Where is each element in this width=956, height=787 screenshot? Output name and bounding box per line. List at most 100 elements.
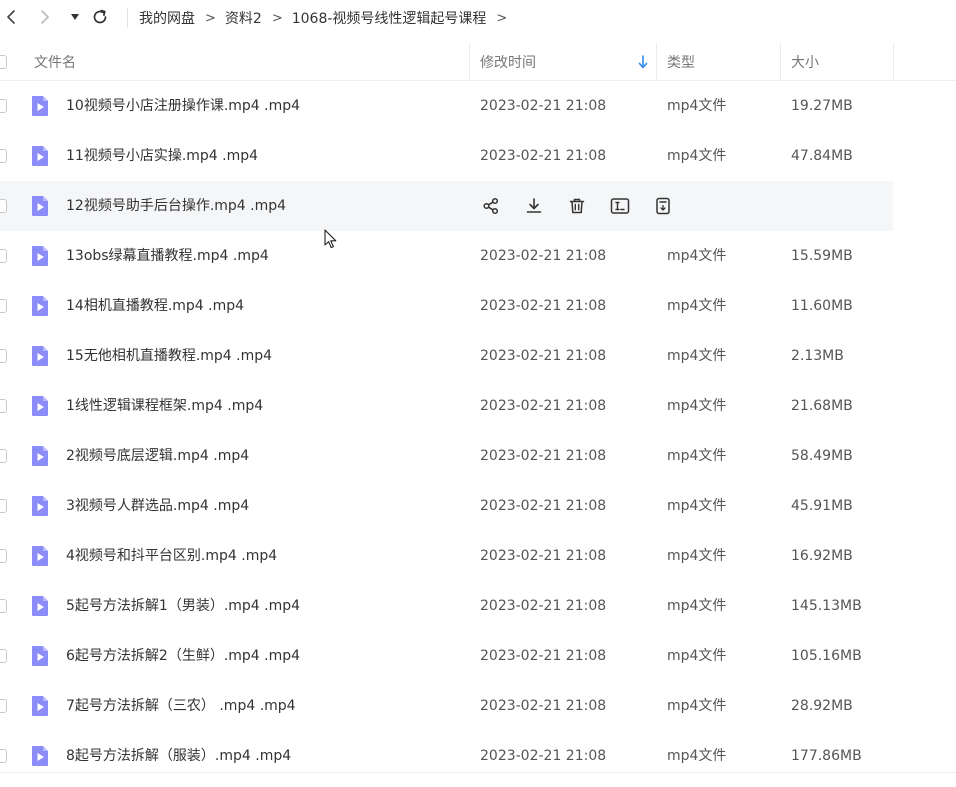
video-file-icon — [32, 96, 48, 116]
file-name[interactable]: 15无他相机直播教程.mp4 .mp4 — [66, 331, 272, 381]
column-name[interactable]: 文件名 — [34, 43, 464, 81]
file-name[interactable]: 4视频号和抖平台区别.mp4 .mp4 — [66, 531, 277, 581]
file-modified-time: 2023-02-21 21:08 — [480, 398, 607, 414]
share-icon — [482, 197, 500, 215]
table-row[interactable]: 10视频号小店注册操作课.mp4 .mp4 2023-02-21 21:08 mp4… — [0, 81, 956, 131]
file-modified-time: 2023-02-21 21:08 — [480, 698, 607, 714]
table-row[interactable]: 3视频号人群选品.mp4 .mp4 2023-02-21 21:08 mp4文件 45… — [0, 481, 956, 531]
row-checkbox[interactable] — [0, 149, 7, 163]
column-size[interactable]: 大小 — [791, 43, 891, 81]
file-type: mp4文件 — [667, 548, 727, 564]
table-row[interactable]: 13obs绿幕直播教程.mp4 .mp4 2023-02-21 21:08 mp4文… — [0, 231, 956, 281]
file-size: 21.68MB — [791, 398, 853, 414]
table-row[interactable]: 11视频号小店实操.mp4 .mp4 2023-02-21 21:08 mp4文件 4… — [0, 131, 956, 181]
share-button[interactable] — [480, 195, 502, 217]
file-name[interactable]: 11视频号小店实操.mp4 .mp4 — [66, 131, 258, 181]
table-row[interactable]: 12视频号助手后台操作.mp4 .mp4 — [0, 181, 893, 231]
file-type: mp4文件 — [667, 698, 727, 714]
table-row[interactable]: 15无他相机直播教程.mp4 .mp4 2023-02-21 21:08 mp4文件… — [0, 331, 956, 381]
forward-button[interactable] — [34, 6, 56, 28]
history-dropdown-button[interactable] — [64, 6, 86, 28]
table-row[interactable]: 14相机直播教程.mp4 .mp4 2023-02-21 21:08 mp4文件 11… — [0, 281, 956, 331]
row-checkbox[interactable] — [0, 649, 7, 663]
file-type: mp4文件 — [667, 298, 727, 314]
file-modified-time: 2023-02-21 21:08 — [480, 498, 607, 514]
download-button[interactable] — [523, 195, 545, 217]
file-name[interactable]: 7起号方法拆解（三农） .mp4 .mp4 — [66, 681, 296, 731]
video-file-icon — [32, 296, 48, 316]
column-type[interactable]: 类型 — [667, 43, 777, 81]
file-name[interactable]: 8起号方法拆解（服装）.mp4 .mp4 — [66, 731, 291, 781]
sort-down-arrow-icon — [638, 55, 648, 69]
more-button[interactable] — [652, 195, 674, 217]
breadcrumb-separator: > — [271, 10, 283, 26]
row-checkbox[interactable] — [0, 499, 7, 513]
table-row[interactable]: 1线性逻辑课程框架.mp4 .mp4 2023-02-21 21:08 mp4文件 2… — [0, 381, 956, 431]
file-size: 15.59MB — [791, 248, 853, 264]
video-file-icon — [32, 396, 48, 416]
table-row[interactable]: 5起号方法拆解1（男装）.mp4 .mp4 2023-02-21 21:08 mp4… — [0, 581, 956, 631]
video-file-icon — [32, 496, 48, 516]
more-icon — [655, 197, 671, 215]
breadcrumb-item[interactable]: 1068-视频号线性逻辑起号课程 — [292, 8, 487, 28]
file-type: mp4文件 — [667, 598, 727, 614]
video-file-icon — [32, 146, 48, 166]
file-name[interactable]: 1线性逻辑课程框架.mp4 .mp4 — [66, 381, 263, 431]
column-modified[interactable]: 修改时间 — [480, 43, 650, 81]
row-checkbox[interactable] — [0, 599, 7, 613]
column-modified-label: 修改时间 — [480, 55, 536, 71]
table-row[interactable]: 2视频号底层逻辑.mp4 .mp4 2023-02-21 21:08 mp4文件 58… — [0, 431, 956, 481]
file-name[interactable]: 14相机直播教程.mp4 .mp4 — [66, 281, 244, 331]
file-modified-time: 2023-02-21 21:08 — [480, 748, 607, 764]
video-file-icon — [32, 196, 48, 216]
row-checkbox[interactable] — [0, 399, 7, 413]
file-size: 177.86MB — [791, 748, 862, 764]
row-checkbox[interactable] — [0, 449, 7, 463]
rename-button[interactable] — [609, 195, 631, 217]
file-size: 145.13MB — [791, 598, 862, 614]
file-name[interactable]: 5起号方法拆解1（男装）.mp4 .mp4 — [66, 581, 300, 631]
table-row[interactable]: 8起号方法拆解（服装）.mp4 .mp4 2023-02-21 21:08 mp4文… — [0, 731, 956, 781]
file-size: 11.60MB — [791, 298, 853, 314]
row-checkbox[interactable] — [0, 349, 7, 363]
back-button[interactable] — [0, 6, 22, 28]
file-name[interactable]: 6起号方法拆解2（生鲜）.mp4 .mp4 — [66, 631, 300, 681]
video-file-icon — [32, 746, 48, 766]
table-row[interactable]: 6起号方法拆解2（生鲜）.mp4 .mp4 2023-02-21 21:08 mp4… — [0, 631, 956, 681]
file-size: 28.92MB — [791, 698, 853, 714]
file-name[interactable]: 3视频号人群选品.mp4 .mp4 — [66, 481, 249, 531]
delete-button[interactable] — [566, 195, 588, 217]
file-name[interactable]: 12视频号助手后台操作.mp4 .mp4 — [66, 181, 286, 231]
refresh-icon — [93, 9, 107, 24]
video-file-icon — [32, 596, 48, 616]
file-type: mp4文件 — [667, 398, 727, 414]
video-file-icon — [32, 446, 48, 466]
breadcrumb-item[interactable]: 我的网盘 — [139, 8, 195, 28]
row-checkbox[interactable] — [0, 199, 7, 213]
row-checkbox[interactable] — [0, 549, 7, 563]
file-size: 47.84MB — [791, 148, 853, 164]
column-divider[interactable] — [893, 43, 894, 81]
column-type-label: 类型 — [667, 55, 695, 71]
row-checkbox[interactable] — [0, 749, 7, 763]
file-modified-time: 2023-02-21 21:08 — [480, 598, 607, 614]
row-checkbox[interactable] — [0, 99, 7, 113]
file-modified-time: 2023-02-21 21:08 — [480, 648, 607, 664]
row-checkbox[interactable] — [0, 299, 7, 313]
file-name[interactable]: 10视频号小店注册操作课.mp4 .mp4 — [66, 81, 300, 131]
column-divider[interactable] — [656, 43, 657, 81]
table-row[interactable]: 7起号方法拆解（三农） .mp4 .mp4 2023-02-21 21:08 mp4… — [0, 681, 956, 731]
column-divider[interactable] — [780, 43, 781, 81]
breadcrumb-item[interactable]: 资料2 — [225, 8, 262, 28]
table-row[interactable]: 4视频号和抖平台区别.mp4 .mp4 2023-02-21 21:08 mp4文件… — [0, 531, 956, 581]
file-name[interactable]: 2视频号底层逻辑.mp4 .mp4 — [66, 431, 249, 481]
file-size: 105.16MB — [791, 648, 862, 664]
select-all-checkbox[interactable] — [0, 55, 7, 69]
file-name[interactable]: 13obs绿幕直播教程.mp4 .mp4 — [66, 231, 269, 281]
file-type: mp4文件 — [667, 98, 727, 114]
row-checkbox[interactable] — [0, 699, 7, 713]
column-divider[interactable] — [469, 43, 470, 81]
row-checkbox[interactable] — [0, 249, 7, 263]
refresh-button[interactable] — [89, 6, 111, 28]
file-modified-time: 2023-02-21 21:08 — [480, 298, 607, 314]
